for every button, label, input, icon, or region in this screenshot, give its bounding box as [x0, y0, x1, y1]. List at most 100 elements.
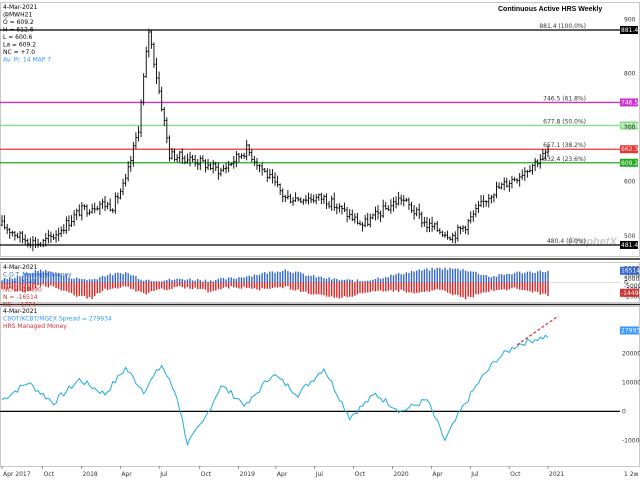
price-bar [268, 168, 272, 180]
price-bar [320, 192, 323, 205]
price-bar [523, 167, 527, 181]
price-bar [456, 224, 460, 242]
x-unit-label: 1 2w [624, 471, 639, 478]
price-bar [111, 208, 114, 214]
price-bar [366, 213, 369, 227]
price-bar [361, 222, 364, 232]
price-bar [330, 195, 333, 211]
hrs-weekly-chart: Continuous Active HRS Weekly ProphetX 88… [0, 2, 640, 478]
price-bar [98, 200, 102, 216]
price-bar [338, 203, 341, 213]
spread-y-tick-0: 200000 [622, 351, 640, 358]
price-bar [29, 237, 32, 249]
price-bar [490, 194, 493, 204]
price-bar [42, 238, 45, 248]
svg-text:746.5: 746.5 [621, 99, 638, 106]
price-bar [469, 211, 472, 224]
price-bar [248, 143, 251, 156]
price-bar [464, 225, 467, 234]
price-bar [363, 214, 367, 228]
spread-panel: 200000 100000 0 -100000 279934 [0, 315, 640, 447]
level-label-5: 480.4 (0.0%) [547, 238, 586, 245]
level-tag-3: 662.3 [620, 145, 638, 154]
x-tick-label: Oct [201, 471, 212, 478]
price-bar [129, 155, 132, 172]
price-bar [394, 196, 398, 209]
spread-y-tick-2: 0 [622, 408, 626, 415]
legend-line: C.O.T. Managed Money [3, 272, 72, 279]
price-bar [168, 135, 171, 162]
price-bar [412, 204, 416, 220]
price-bar [521, 169, 524, 180]
price-bar [513, 177, 516, 182]
price-bar [134, 132, 138, 149]
price-bar [333, 192, 336, 211]
price-bar [387, 205, 390, 212]
price-bar [539, 154, 542, 169]
price-y-tick-2: 700 [624, 125, 636, 132]
price-bar [245, 139, 248, 161]
x-tick-label: Jul [315, 471, 324, 478]
price-bar [263, 167, 266, 173]
x-tick-label: 2020 [393, 471, 408, 478]
price-bar [106, 201, 109, 210]
price-bar [124, 173, 127, 187]
price-bar [428, 218, 431, 232]
price-bar [345, 207, 349, 223]
cot-tag-0: 16514 [620, 266, 640, 275]
spread-tag: 279934 [620, 326, 640, 335]
price-bar [312, 194, 315, 204]
price-bar [67, 215, 71, 231]
price-bar [379, 210, 382, 223]
price-bar [3, 215, 6, 230]
price-bar [72, 210, 76, 226]
price-bar [88, 209, 91, 216]
price-bar [62, 224, 66, 234]
price-bar [425, 216, 429, 233]
legend-line: O = 609.2 [3, 19, 34, 26]
price-bar [147, 28, 151, 58]
price-bar [240, 153, 243, 159]
x-tick-label: Oct [355, 471, 366, 478]
legend-line: HRS Managed Money [3, 323, 67, 330]
price-bar [307, 192, 310, 205]
price-bar [497, 182, 501, 190]
price-bar [503, 177, 506, 191]
price-bar [60, 226, 63, 237]
price-bar [281, 188, 284, 203]
price-bar [510, 175, 514, 189]
price-bar [196, 158, 199, 170]
price-bar [5, 223, 9, 235]
price-bar [381, 199, 385, 218]
price-bar [36, 238, 40, 248]
level-label-4: 632.4 (23.6%) [543, 156, 586, 163]
price-bar [397, 191, 400, 206]
price-bar [399, 194, 403, 206]
price-bar [276, 175, 279, 188]
price-bar [402, 195, 405, 207]
price-bar [83, 204, 86, 211]
price-bar [335, 203, 339, 215]
svg-text:881.4: 881.4 [621, 27, 638, 34]
price-bar [260, 162, 264, 176]
price-bar [201, 155, 205, 163]
price-bar [250, 149, 254, 163]
price-bar [145, 46, 148, 78]
price-bar [21, 231, 24, 244]
price-bar [291, 197, 295, 206]
price-bar [11, 230, 14, 237]
price-bar [508, 180, 511, 192]
price-bar [482, 195, 485, 208]
price-bar [438, 228, 442, 235]
price-bar [474, 203, 478, 218]
price-bar [325, 193, 328, 209]
cot-panel: 200001000050000-5000-10000-2000016514-14… [0, 265, 640, 301]
price-bar [430, 216, 434, 232]
price-bar [278, 183, 282, 196]
level-tag-4: 609.2 [620, 158, 638, 167]
price-bar [315, 194, 318, 205]
price-bar [121, 178, 125, 196]
svg-text:609.2: 609.2 [621, 160, 638, 167]
price-bar [461, 225, 465, 232]
price-bar [23, 234, 27, 246]
